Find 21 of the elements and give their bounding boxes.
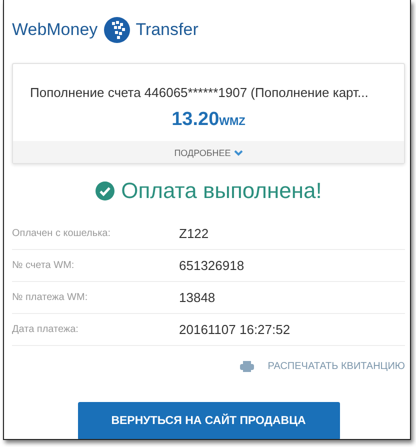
payment-description: Пополнение счета 446065******1907 (Пополнение карт... <box>29 84 370 100</box>
field-value: 651326918 <box>179 258 244 273</box>
field-value: 20161107 16:27:52 <box>179 322 290 337</box>
logo-text: Transfer <box>136 20 198 40</box>
globe-icon <box>102 16 131 44</box>
return-button[interactable]: ВЕРНУТЬСЯ НА САЙТ ПРОДАВЦА <box>78 402 340 439</box>
status-message: Оплата выполнена! <box>121 178 322 204</box>
chevron-down-icon <box>234 150 243 156</box>
payment-amount: 13.20 <box>172 109 220 130</box>
logo-text: WebMoney <box>12 20 98 40</box>
field-value: 13848 <box>179 290 216 305</box>
details-link[interactable]: ПОДРОБНЕЕ <box>174 142 243 164</box>
check-circle-icon <box>95 181 116 201</box>
field-label: № платежа WM: <box>12 292 89 303</box>
field-label: Оплачен с кошелька: <box>12 228 112 239</box>
field-label: № счета WM: <box>12 260 76 271</box>
field-value: Z122 <box>179 226 209 241</box>
payment-currency: WMZ <box>219 116 246 128</box>
printer-icon <box>240 361 254 372</box>
field-label: Дата платежа: <box>12 324 80 335</box>
print-receipt-link[interactable]: РАСПЕЧАТАТЬ КВИТАНЦИЮ <box>240 361 405 372</box>
